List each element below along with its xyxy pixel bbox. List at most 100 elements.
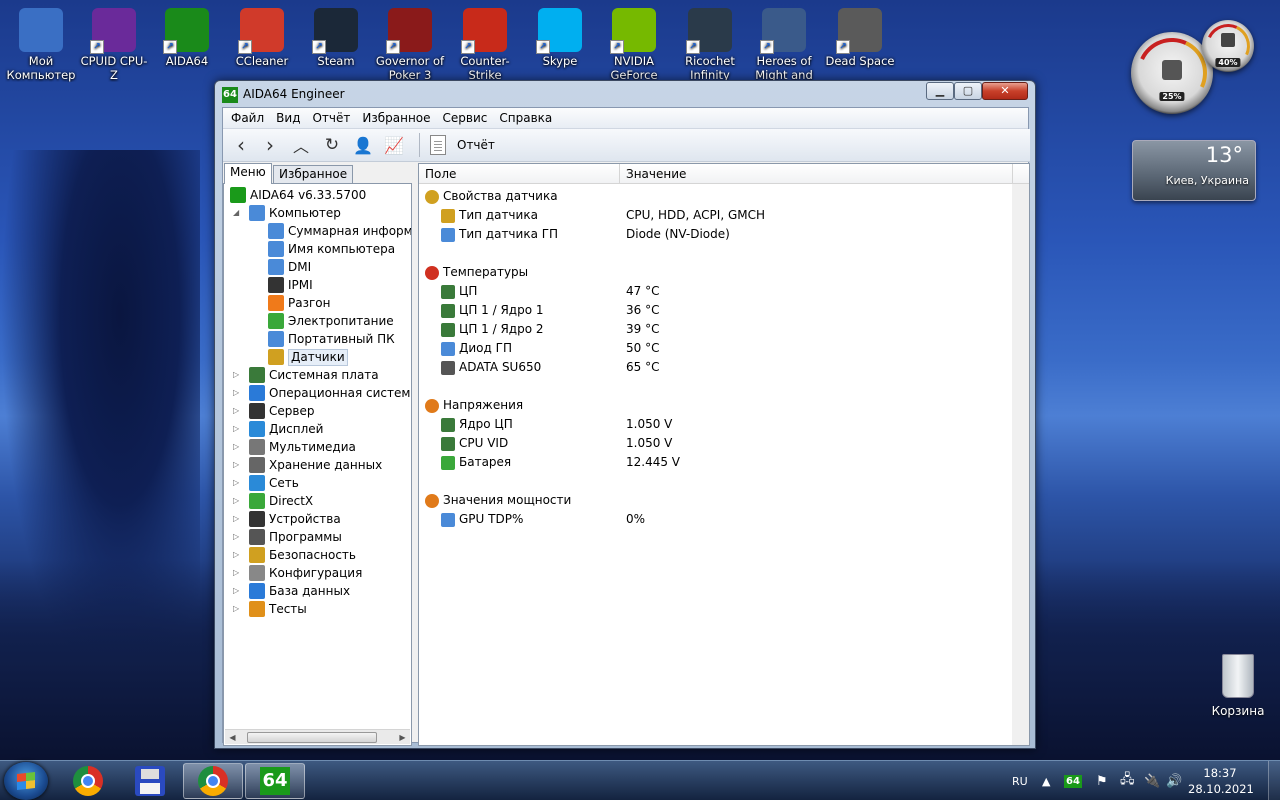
desktop-shortcut[interactable]: ↗ AIDA64: [151, 8, 223, 82]
table-row[interactable]: CPU VID: [441, 434, 508, 453]
expand-arrow-icon[interactable]: ▷: [233, 402, 239, 420]
start-button[interactable]: [4, 762, 48, 800]
desktop-shortcut[interactable]: ↗ Ricochet Infinity: [674, 8, 746, 82]
desktop-shortcut[interactable]: ↗ CPUID CPU-Z: [78, 8, 150, 82]
expand-arrow-icon[interactable]: ▷: [233, 600, 239, 618]
action-center-flag-icon[interactable]: ⚑: [1096, 761, 1108, 800]
up-button[interactable]: ︿: [288, 133, 314, 157]
taskbar-save-pinned[interactable]: [120, 763, 180, 799]
close-button[interactable]: ✕: [982, 82, 1028, 100]
network-icon[interactable]: 🖧: [1120, 761, 1135, 800]
tree-item-shield[interactable]: ▷ Безопасность: [233, 546, 356, 564]
expand-arrow-icon[interactable]: ▷: [233, 564, 239, 582]
title-bar[interactable]: 64 AIDA64 Engineer ▁ ▢ ✕: [215, 81, 1035, 107]
tree-item-windows[interactable]: ▷ Операционная система: [233, 384, 411, 402]
language-indicator[interactable]: RU: [1012, 761, 1028, 800]
tree-item-summary[interactable]: Суммарная информация: [268, 222, 411, 240]
tree-item-speaker[interactable]: ▷ Мультимедиа: [233, 438, 356, 456]
table-row[interactable]: Тип датчика ГП: [441, 225, 558, 244]
table-row[interactable]: ADATA SU650: [441, 358, 541, 377]
table-row[interactable]: Тип датчика: [441, 206, 538, 225]
tab-menu[interactable]: Меню: [224, 163, 272, 184]
tree-item-devices[interactable]: ▷ Устройства: [233, 510, 341, 528]
forward-button[interactable]: ›: [257, 133, 283, 157]
desktop-shortcut[interactable]: ↗ CCleaner: [226, 8, 298, 82]
table-row[interactable]: Ядро ЦП: [441, 415, 513, 434]
cpu-gauge-gadget[interactable]: 25%: [1127, 28, 1217, 118]
tree-item-server[interactable]: ▷ Сервер: [233, 402, 314, 420]
taskbar-aida64-running[interactable]: 64: [245, 763, 305, 799]
tree-item-config[interactable]: ▷ Конфигурация: [233, 564, 362, 582]
tree-item-ipmi[interactable]: IPMI: [268, 276, 313, 294]
section-header[interactable]: Напряжения: [425, 396, 523, 415]
expand-arrow-icon[interactable]: ▷: [233, 582, 239, 600]
expand-arrow-icon[interactable]: ▷: [233, 384, 239, 402]
desktop-shortcut[interactable]: ↗NVIDIA GeForce Experience: [598, 8, 670, 82]
back-button[interactable]: ‹: [228, 133, 254, 157]
tree-item-root[interactable]: AIDA64 v6.33.5700: [230, 186, 366, 204]
menu-favorites[interactable]: Избранное: [356, 111, 436, 125]
graph-button[interactable]: 📈: [381, 133, 407, 157]
table-row[interactable]: ЦП 1 / Ядро 2: [441, 320, 544, 339]
report-vertical-scrollbar[interactable]: [1012, 184, 1029, 745]
tree-item-flame[interactable]: Разгон: [268, 294, 330, 312]
refresh-button[interactable]: ↻: [319, 133, 345, 157]
weather-gadget[interactable]: 13° Киев, Украина: [1132, 140, 1256, 201]
section-header[interactable]: Температуры: [425, 263, 528, 282]
scroll-right-arrow-icon[interactable]: ▶: [395, 730, 410, 745]
scroll-left-arrow-icon[interactable]: ◀: [225, 730, 240, 745]
power-icon[interactable]: 🔌: [1144, 761, 1160, 800]
tree-item-tests[interactable]: ▷ Тесты: [233, 600, 307, 618]
tree-item-sensor[interactable]: Датчики: [268, 348, 348, 366]
expand-arrow-icon[interactable]: ▷: [233, 546, 239, 564]
taskbar-chrome-pinned[interactable]: [58, 763, 118, 799]
clock[interactable]: 18:37 28.10.2021: [1188, 765, 1254, 797]
expand-arrow-icon[interactable]: ▷: [233, 438, 239, 456]
tree-item-database[interactable]: ▷ База данных: [233, 582, 350, 600]
volume-icon[interactable]: 🔊: [1166, 761, 1182, 800]
column-value-header[interactable]: Значение: [626, 167, 686, 181]
expand-arrow-icon[interactable]: ▷: [233, 492, 239, 510]
taskbar-chrome-running[interactable]: [183, 763, 243, 799]
table-row[interactable]: GPU TDP%: [441, 510, 523, 529]
tray-expand-icon[interactable]: ▲: [1042, 761, 1050, 800]
tree-item-storage[interactable]: ▷ Хранение данных: [233, 456, 382, 474]
tab-favorites[interactable]: Избранное: [273, 165, 354, 184]
table-row[interactable]: Батарея: [441, 453, 511, 472]
minimize-button[interactable]: ▁: [926, 82, 954, 100]
expand-arrow-icon[interactable]: ▷: [233, 456, 239, 474]
tree-item-laptop[interactable]: Портативный ПК: [268, 330, 395, 348]
tree-item-programs[interactable]: ▷ Программы: [233, 528, 342, 546]
maximize-button[interactable]: ▢: [954, 82, 982, 100]
show-desktop-button[interactable]: [1268, 761, 1280, 800]
section-header[interactable]: Значения мощности: [425, 491, 571, 510]
expand-arrow-icon[interactable]: ▷: [233, 528, 239, 546]
ram-gauge-gadget[interactable]: 40%: [1199, 17, 1257, 75]
desktop-shortcut[interactable]: ↗ Governor of Poker 3: [374, 8, 446, 82]
table-row[interactable]: ЦП: [441, 282, 477, 301]
collapse-arrow-icon[interactable]: ◢: [233, 204, 239, 222]
desktop-shortcut[interactable]: ↗Heroes of Might and Magic: [748, 8, 820, 82]
desktop-shortcut[interactable]: ↗Counter-Strike Global Offensive: [449, 8, 521, 82]
tree-item-dmi[interactable]: DMI: [268, 258, 311, 276]
menu-help[interactable]: Справка: [493, 111, 558, 125]
desktop-shortcut[interactable]: ↗ Steam: [300, 8, 372, 82]
tree-item-display[interactable]: ▷ Дисплей: [233, 420, 323, 438]
expand-arrow-icon[interactable]: ▷: [233, 474, 239, 492]
tree-item-battery[interactable]: Электропитание: [268, 312, 394, 330]
tree-item-motherboard[interactable]: ▷ Системная плата: [233, 366, 379, 384]
tree-item-computer[interactable]: ◢ Компьютер: [233, 204, 341, 222]
expand-arrow-icon[interactable]: ▷: [233, 510, 239, 528]
tree-item-directx[interactable]: ▷ DirectX: [233, 492, 313, 510]
tree-item-computer-name[interactable]: Имя компьютера: [268, 240, 395, 258]
desktop-shortcut[interactable]: ↗ Skype: [524, 8, 596, 82]
recycle-bin[interactable]: Корзина: [1206, 654, 1270, 718]
table-row[interactable]: ЦП 1 / Ядро 1: [441, 301, 544, 320]
menu-view[interactable]: Вид: [270, 111, 306, 125]
table-row[interactable]: Диод ГП: [441, 339, 512, 358]
user-button[interactable]: 👤: [350, 133, 376, 157]
desktop-shortcut[interactable]: ↗ Dead Space: [824, 8, 896, 82]
tree-horizontal-scrollbar[interactable]: ◀ ▶: [225, 729, 410, 744]
desktop-shortcut[interactable]: Мой Компьютер: [5, 8, 77, 82]
column-field-header[interactable]: Поле: [425, 167, 456, 181]
